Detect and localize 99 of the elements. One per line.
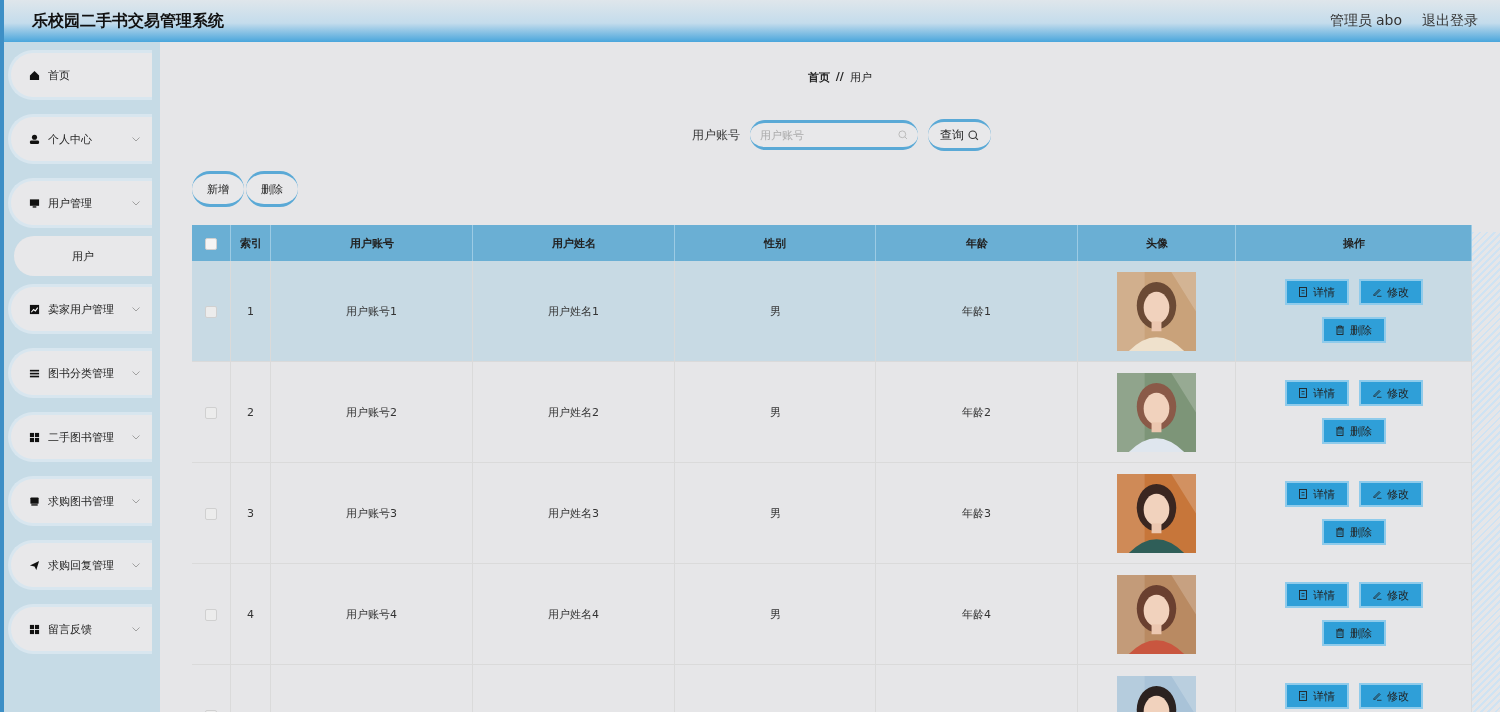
delete-button[interactable]: 删除 bbox=[1321, 418, 1386, 444]
grid-icon bbox=[29, 431, 40, 443]
chevron-down-icon bbox=[131, 370, 140, 376]
column-header: 操作 bbox=[1235, 225, 1472, 261]
table-cell: 男 bbox=[674, 361, 876, 463]
column-header: 用户姓名 bbox=[472, 225, 675, 261]
chart-icon bbox=[29, 303, 40, 315]
search-icon bbox=[968, 129, 980, 141]
monitor-icon bbox=[29, 197, 40, 209]
printer-icon bbox=[29, 495, 40, 507]
sidebar-item[interactable]: 求购回复管理 bbox=[8, 540, 152, 590]
chevron-down-icon bbox=[131, 434, 140, 440]
details-button[interactable]: 详情 bbox=[1284, 380, 1349, 406]
table-cell: 年龄2 bbox=[875, 361, 1078, 463]
sidebar-item[interactable]: 用户管理 bbox=[8, 178, 152, 228]
app-title: 乐校园二手书交易管理系统 bbox=[32, 10, 225, 32]
column-header: 用户账号 bbox=[270, 225, 473, 261]
table-cell: 用户账号3 bbox=[270, 462, 473, 564]
search-icon bbox=[898, 130, 909, 140]
search-label: 用户账号 bbox=[692, 126, 741, 144]
sidebar-item[interactable]: 留言反馈 bbox=[8, 604, 152, 654]
table-cell: 用户姓名4 bbox=[472, 563, 675, 665]
document-icon bbox=[1298, 388, 1308, 398]
delete-button[interactable]: 删除 bbox=[1321, 620, 1386, 646]
delete-button[interactable]: 删除 bbox=[1321, 519, 1386, 545]
column-header: 年龄 bbox=[875, 225, 1078, 261]
trash-icon bbox=[1335, 527, 1345, 537]
table-cell: 2 bbox=[230, 361, 271, 463]
breadcrumb-item: 首页 bbox=[807, 70, 830, 85]
table-cell: 1 bbox=[230, 261, 271, 362]
row-checkbox[interactable] bbox=[204, 507, 217, 520]
column-header: 性别 bbox=[674, 225, 876, 261]
table-cell: 用户账号1 bbox=[270, 261, 473, 362]
table-cell: 男 bbox=[674, 462, 876, 564]
sidebar-item[interactable]: 图书分类管理 bbox=[8, 348, 152, 398]
breadcrumb-item: 用户 bbox=[849, 70, 872, 85]
document-icon bbox=[1298, 287, 1308, 297]
document-icon bbox=[1298, 590, 1308, 600]
table-cell: 用户账号4 bbox=[270, 563, 473, 665]
pencil-icon bbox=[1372, 691, 1382, 701]
sidebar-item[interactable]: 卖家用户管理 bbox=[8, 284, 152, 334]
details-button[interactable]: 详情 bbox=[1284, 481, 1349, 507]
add-button[interactable]: 新增 bbox=[191, 171, 244, 207]
document-icon bbox=[1298, 489, 1308, 499]
edit-button[interactable]: 修改 bbox=[1358, 380, 1423, 406]
sidebar-subitem[interactable]: 用户 bbox=[14, 236, 152, 276]
table-cell: 3 bbox=[230, 462, 271, 564]
chevron-down-icon bbox=[131, 200, 140, 206]
pencil-icon bbox=[1372, 287, 1382, 297]
details-button[interactable]: 详情 bbox=[1284, 582, 1349, 608]
chevron-down-icon bbox=[131, 626, 140, 632]
document-icon bbox=[1298, 691, 1308, 701]
chevron-down-icon bbox=[131, 306, 140, 312]
paper-plane-icon bbox=[29, 559, 40, 571]
pencil-icon bbox=[1372, 388, 1382, 398]
table-cell: 年龄1 bbox=[875, 261, 1078, 362]
table-cell: 年龄4 bbox=[875, 563, 1078, 665]
grid-icon bbox=[29, 623, 40, 635]
user-icon bbox=[29, 133, 40, 145]
chevron-down-icon bbox=[131, 498, 140, 504]
home-icon bbox=[29, 69, 40, 81]
edit-button[interactable]: 修改 bbox=[1358, 481, 1423, 507]
admin-user: 管理员 abo bbox=[1329, 12, 1402, 30]
row-checkbox[interactable] bbox=[204, 608, 217, 621]
query-button[interactable]: 查询 bbox=[928, 119, 992, 151]
column-header: 头像 bbox=[1077, 225, 1236, 261]
sidebar-item[interactable]: 个人中心 bbox=[8, 114, 152, 164]
table-cell: 4 bbox=[230, 563, 271, 665]
trash-icon bbox=[1335, 426, 1345, 436]
pencil-icon bbox=[1372, 590, 1382, 600]
edit-button[interactable]: 修改 bbox=[1358, 279, 1423, 305]
table-cell: 用户姓名1 bbox=[472, 261, 675, 362]
select-all-checkbox[interactable] bbox=[204, 237, 217, 250]
chevron-down-icon bbox=[131, 136, 140, 142]
table-cell: 男 bbox=[674, 563, 876, 665]
details-button[interactable]: 详情 bbox=[1284, 279, 1349, 305]
table-cell: 用户账号2 bbox=[270, 361, 473, 463]
table-cell: 用户姓名2 bbox=[472, 361, 675, 463]
edit-button[interactable]: 修改 bbox=[1358, 683, 1423, 709]
list-icon bbox=[29, 367, 40, 379]
table-cell: 年龄3 bbox=[875, 462, 1078, 564]
row-checkbox[interactable] bbox=[204, 406, 217, 419]
table-cell: 男 bbox=[674, 261, 876, 362]
logout-link[interactable]: 退出登录 bbox=[1422, 12, 1478, 30]
breadcrumb-item: // bbox=[835, 70, 844, 85]
pencil-icon bbox=[1372, 489, 1382, 499]
trash-icon bbox=[1335, 325, 1345, 335]
sidebar-item[interactable]: 首页 bbox=[8, 50, 152, 100]
delete-button[interactable]: 删除 bbox=[1321, 317, 1386, 343]
trash-icon bbox=[1335, 628, 1345, 638]
row-checkbox[interactable] bbox=[204, 305, 217, 318]
sidebar-item[interactable]: 二手图书管理 bbox=[8, 412, 152, 462]
details-button[interactable]: 详情 bbox=[1284, 683, 1349, 709]
delete-button[interactable]: 删除 bbox=[245, 171, 298, 207]
edit-button[interactable]: 修改 bbox=[1358, 582, 1423, 608]
column-header: 索引 bbox=[230, 225, 271, 261]
sidebar-item[interactable]: 求购图书管理 bbox=[8, 476, 152, 526]
chevron-down-icon bbox=[131, 562, 140, 568]
table-cell: 用户姓名3 bbox=[472, 462, 675, 564]
